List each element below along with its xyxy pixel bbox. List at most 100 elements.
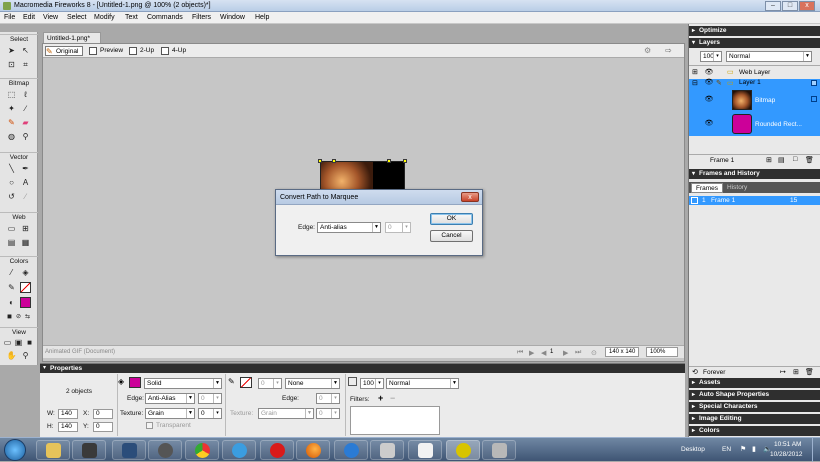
fill-color-swatch[interactable]: [129, 377, 141, 388]
desktop-label[interactable]: Desktop: [681, 446, 705, 453]
filters-list[interactable]: [350, 406, 440, 435]
language-indicator[interactable]: EN: [722, 446, 731, 453]
add-filter-icon[interactable]: +: [378, 393, 383, 403]
tab-preview[interactable]: Preview: [89, 46, 123, 56]
ellipse-tool-icon[interactable]: ○: [6, 177, 17, 188]
taskbar-opera[interactable]: [260, 440, 294, 460]
first-frame-icon[interactable]: ⏮: [517, 349, 523, 357]
menu-text[interactable]: Text: [125, 14, 138, 21]
swap-colors-icon[interactable]: ⇆: [22, 312, 33, 323]
menu-window[interactable]: Window: [220, 14, 245, 21]
fill-type-select[interactable]: Solid ▼: [144, 378, 222, 389]
delete-frame-icon[interactable]: 🗑: [805, 368, 814, 376]
maximize-icon[interactable]: □: [782, 1, 798, 11]
x-field[interactable]: 0: [93, 409, 113, 419]
play-icon[interactable]: ▶: [529, 349, 534, 357]
auto-shape-header[interactable]: Auto Shape Properties: [689, 390, 820, 400]
edge-amount-field[interactable]: 0 ▾: [385, 222, 411, 233]
edge-select[interactable]: Anti-alias ▼: [317, 222, 381, 233]
layer-row-rounded-rect[interactable]: 👁 Rounded Rect...: [689, 112, 820, 136]
taskbar-app13[interactable]: [482, 440, 516, 460]
document-tab[interactable]: Untitled-1.png*: [43, 32, 101, 43]
menu-filters[interactable]: Filters: [192, 14, 211, 21]
magic-wand-icon[interactable]: ✦: [6, 103, 17, 114]
brush-tool-icon[interactable]: ∕: [20, 103, 31, 114]
frames-history-header[interactable]: Frames and History: [689, 169, 820, 179]
scale-tool-icon[interactable]: ⊡: [6, 59, 17, 70]
taskbar-app9[interactable]: [334, 440, 368, 460]
text-tool-icon[interactable]: A: [20, 177, 31, 188]
pencil-tool-icon[interactable]: ✎: [6, 117, 17, 128]
taskbar-chrome[interactable]: [185, 440, 219, 460]
hide-slices-icon[interactable]: ▤: [6, 237, 17, 248]
next-frame-icon[interactable]: ▶: [563, 349, 568, 357]
eye-icon[interactable]: 👁: [704, 96, 714, 104]
stroke-type-select[interactable]: None ▼: [285, 378, 340, 389]
eyedropper-tool-icon[interactable]: ⁄: [6, 267, 17, 278]
lasso-tool-icon[interactable]: ℓ: [20, 89, 31, 100]
fill-edge-select[interactable]: Anti-Alias ▼: [145, 393, 195, 404]
dialog-close-icon[interactable]: x: [461, 192, 479, 202]
layer-row-bitmap[interactable]: 👁 Bitmap: [689, 88, 820, 112]
tab-2up[interactable]: 2-Up: [129, 46, 154, 56]
frame-row[interactable]: 1 Frame 1 15: [689, 196, 820, 205]
opacity-field[interactable]: 100 ▾: [360, 378, 384, 389]
special-chars-header[interactable]: Special Characters: [689, 402, 820, 412]
menu-select[interactable]: Select: [67, 14, 86, 21]
stroke-texture-amount[interactable]: 0 ▾: [316, 408, 340, 419]
freeform-tool-icon[interactable]: ↺: [6, 191, 17, 202]
line-tool-icon[interactable]: ╲: [6, 163, 17, 174]
marquee-tool-icon[interactable]: ⬚: [6, 89, 17, 100]
document-options-icon[interactable]: ⇨: [665, 46, 672, 55]
tab-history[interactable]: History: [727, 184, 747, 191]
tab-frames[interactable]: Frames: [691, 183, 724, 193]
colors-header[interactable]: Colors: [689, 426, 820, 436]
collapse-icon[interactable]: ⊟: [692, 79, 698, 87]
clock-date[interactable]: 10/28/2012: [770, 451, 803, 458]
crop-tool-icon[interactable]: ⌗: [20, 59, 31, 70]
new-bitmap-icon[interactable]: □: [793, 156, 797, 163]
menu-commands[interactable]: Commands: [147, 14, 183, 21]
stroke-width-field[interactable]: 0 ▾: [258, 378, 282, 389]
y-field[interactable]: 0: [93, 422, 113, 432]
standard-mode-icon[interactable]: ▭: [2, 337, 13, 348]
image-editing-header[interactable]: Image Editing: [689, 414, 820, 424]
menu-help[interactable]: Help: [255, 14, 269, 21]
stroke-color-swatch[interactable]: [240, 377, 252, 388]
flag-icon[interactable]: ⚑: [740, 445, 746, 453]
zoom-tool-icon[interactable]: ⚲: [20, 350, 31, 361]
layer-row-layer1[interactable]: ⊟ 👁 ✎ ▭ Layer 1: [689, 79, 820, 88]
blend-mode-select[interactable]: Normal ▼: [386, 378, 459, 389]
new-frame-icon[interactable]: ⊞: [793, 368, 799, 376]
eye-icon[interactable]: 👁: [704, 79, 714, 87]
frame-onion-box[interactable]: [691, 197, 698, 204]
selection-handle[interactable]: [403, 159, 407, 163]
layer-row-web[interactable]: ⊞ 👁 ▭ Web Layer: [689, 68, 820, 78]
last-frame-icon[interactable]: ⏭: [575, 349, 581, 357]
fill-texture-select[interactable]: Grain ▼: [145, 408, 195, 419]
tab-original[interactable]: ✎ Original: [45, 46, 83, 56]
slice-tool-icon[interactable]: ⊞: [20, 223, 31, 234]
layer-select-box[interactable]: [811, 80, 817, 86]
delete-layer-icon[interactable]: 🗑: [805, 156, 814, 164]
object-select-box[interactable]: [811, 96, 817, 102]
blur-tool-icon[interactable]: ◍: [6, 131, 17, 142]
optimize-panel-header[interactable]: Optimize: [689, 26, 820, 36]
selection-handle[interactable]: [332, 159, 336, 163]
exit-bitmap-mode-icon[interactable]: ⊙: [591, 349, 597, 357]
assets-header[interactable]: Assets: [689, 378, 820, 388]
hotspot-tool-icon[interactable]: ▭: [6, 223, 17, 234]
edit-layer-icon[interactable]: ✎: [716, 79, 722, 87]
pen-tool-icon[interactable]: ✒: [20, 163, 31, 174]
taskbar-firefox[interactable]: [296, 440, 330, 460]
fill-swatch[interactable]: [20, 297, 31, 308]
selection-handle[interactable]: [318, 159, 322, 163]
fullscreen-mode-icon[interactable]: ■: [24, 337, 35, 348]
knife-tool-icon[interactable]: ∕: [20, 191, 31, 202]
subselection-tool-icon[interactable]: ↖: [20, 45, 31, 56]
start-button[interactable]: [4, 439, 26, 461]
tab-4up[interactable]: 4-Up: [161, 46, 186, 56]
clock-time[interactable]: 10:51 AM: [774, 441, 801, 448]
ok-button[interactable]: OK: [430, 213, 473, 225]
stroke-texture-select[interactable]: Grain ▼: [258, 408, 314, 419]
